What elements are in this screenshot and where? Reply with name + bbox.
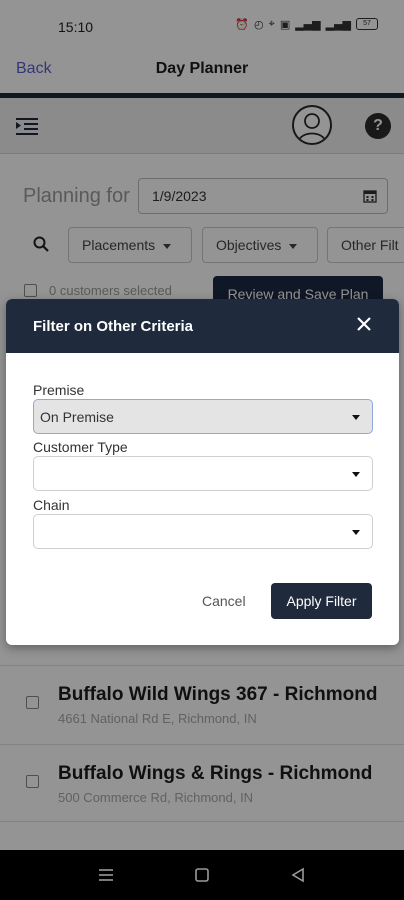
chevron-down-icon [352, 415, 360, 420]
modal-title: Filter on Other Criteria [33, 318, 194, 335]
cancel-button[interactable]: Cancel [202, 593, 246, 609]
chain-label: Chain [33, 497, 70, 513]
chain-select[interactable] [33, 514, 373, 549]
apply-filter-button[interactable]: Apply Filter [271, 583, 372, 619]
close-icon[interactable] [357, 317, 371, 331]
premise-select[interactable]: On Premise [33, 399, 373, 434]
back-nav-icon[interactable] [290, 867, 306, 883]
customer-type-label: Customer Type [33, 439, 128, 455]
recent-apps-icon[interactable] [97, 867, 115, 883]
customer-type-select[interactable] [33, 456, 373, 491]
chevron-down-icon [352, 530, 360, 535]
premise-value: On Premise [40, 409, 114, 425]
chevron-down-icon [352, 472, 360, 477]
modal-header: Filter on Other Criteria [6, 299, 399, 353]
home-icon[interactable] [194, 867, 210, 883]
navigation-bar [0, 850, 404, 900]
premise-label: Premise [33, 382, 85, 398]
filter-modal: Filter on Other Criteria Premise On Prem… [6, 299, 399, 645]
